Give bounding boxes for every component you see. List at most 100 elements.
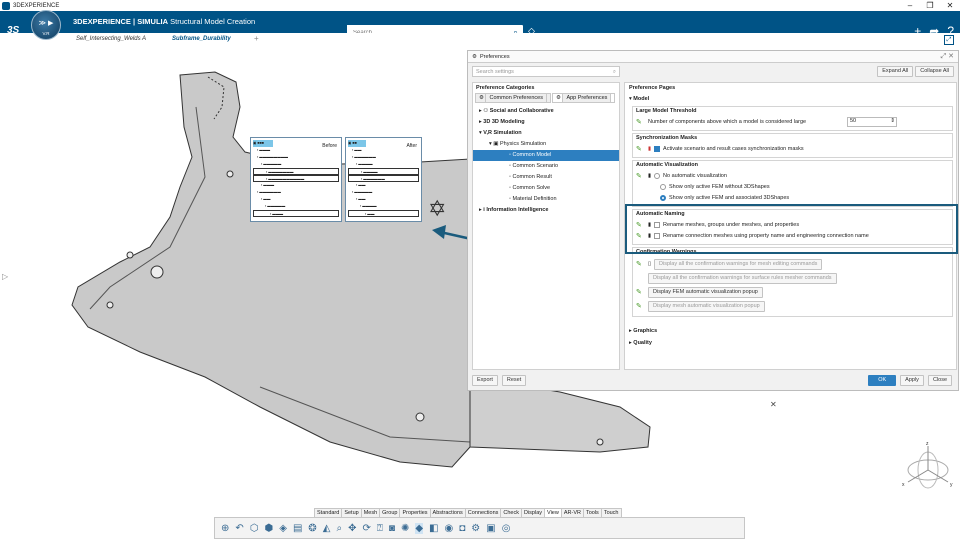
robot-icon[interactable]: ✡ bbox=[428, 196, 446, 222]
reset-button[interactable]: Reset bbox=[501, 375, 527, 386]
rotate-icon[interactable]: ⟳ bbox=[363, 523, 371, 534]
model-section-toggle[interactable]: ▾ Model bbox=[629, 93, 953, 105]
large-model-threshold-group: Large Model Threshold ✎ Number of compon… bbox=[632, 106, 953, 131]
before-tree: Before ▣ ■■■ ▪ ▬▬▬ ▪ ▬▬▬▬▬▬▬▬ ▪ ▬▬▬▬▬ ▪ … bbox=[250, 137, 342, 222]
radio-no-vis[interactable] bbox=[654, 172, 661, 179]
close-window-button[interactable]: ✕ bbox=[940, 0, 960, 11]
tree-item-material-definition[interactable]: ◦ Material Definition bbox=[473, 194, 619, 205]
preference-categories-panel: Preference Categories ⚙ Common Preferenc… bbox=[472, 82, 620, 370]
ribbon-tab-setup[interactable]: Setup bbox=[341, 508, 362, 517]
window-controls: – ❐ ✕ bbox=[900, 0, 960, 11]
export-button[interactable]: Export bbox=[472, 375, 498, 386]
section-icon[interactable]: ◧ bbox=[429, 523, 438, 534]
close-dialog-icon[interactable]: ⤢ ✕ bbox=[941, 52, 954, 61]
3d-compass-icon[interactable]: z x y bbox=[900, 440, 956, 490]
tree-item-information-intelligence[interactable]: ▸ i Information Intelligence bbox=[473, 205, 619, 216]
ribbon-tab-ar-vr[interactable]: AR-VR bbox=[560, 508, 584, 517]
tree-item-common-solve[interactable]: ◦ Common Solve bbox=[473, 183, 619, 194]
settings-search-input[interactable]: Search settings ⌕ bbox=[472, 66, 620, 77]
ribbon-tab-display[interactable]: Display bbox=[520, 508, 546, 517]
tab-common-preferences[interactable]: ⚙ Common Preferences bbox=[475, 93, 551, 103]
tree-item-social[interactable]: ▸ ⚇ Social and Collaborative bbox=[473, 106, 619, 117]
pencil-icon[interactable]: ✎ bbox=[636, 145, 645, 153]
pencil-icon[interactable]: ✎ bbox=[636, 232, 645, 240]
pencil-icon[interactable]: ✎ bbox=[636, 118, 645, 126]
undo-icon[interactable]: ↶ bbox=[235, 523, 243, 534]
cube-icon[interactable]: ◆ bbox=[415, 522, 424, 534]
rename-meshes-checkbox[interactable] bbox=[654, 221, 661, 228]
settings-icon[interactable]: ⚙ bbox=[471, 523, 480, 534]
quality-section-toggle[interactable]: ▸ Quality bbox=[629, 337, 953, 349]
surface-warnings-button[interactable]: Display all the confirmation warnings fo… bbox=[648, 272, 837, 284]
ribbon-tab-standard[interactable]: Standard bbox=[314, 508, 343, 517]
select-icon[interactable]: ⬡ bbox=[250, 523, 259, 534]
pencil-icon[interactable]: ✎ bbox=[636, 172, 645, 180]
measure-icon[interactable]: ◭ bbox=[323, 523, 331, 534]
ribbon-tab-check[interactable]: Check bbox=[500, 508, 522, 517]
mesh-warnings-button[interactable]: Display all the confirmation warnings fo… bbox=[654, 258, 823, 270]
tree-item-simulation[interactable]: ▾ V,R Simulation bbox=[473, 128, 619, 139]
tree-item-common-result[interactable]: ◦ Common Result bbox=[473, 172, 619, 183]
tab-self-intersecting[interactable]: Self_Intersecting_Welds A bbox=[76, 36, 146, 42]
ribbon-tab-group[interactable]: Group bbox=[379, 508, 401, 517]
radio-fem-only-label: Show only active FEM without 3DShapes bbox=[669, 183, 770, 190]
views-icon[interactable]: ▣ bbox=[486, 523, 495, 534]
radio-fem-only[interactable] bbox=[660, 183, 666, 190]
confirm-title: Confirmation Warnings bbox=[636, 249, 697, 255]
pencil-icon[interactable]: ✎ bbox=[636, 302, 645, 310]
ribbon-tab-view[interactable]: View bbox=[544, 508, 562, 517]
radio-fem-3dshapes[interactable] bbox=[660, 194, 666, 201]
search-icon[interactable]: ⌕ bbox=[337, 523, 343, 534]
sync-masks-checkbox[interactable] bbox=[654, 145, 661, 152]
render-icon[interactable]: ✺ bbox=[401, 523, 409, 534]
fem-icon[interactable]: ◉ bbox=[444, 523, 453, 534]
graphics-section-toggle[interactable]: ▸ Graphics bbox=[629, 325, 953, 337]
tab-app-preferences[interactable]: ⚙ App Preferences bbox=[551, 93, 616, 103]
pencil-icon[interactable]: ✎ bbox=[636, 288, 645, 296]
dismiss-icon[interactable]: ✕ bbox=[770, 400, 777, 409]
mesh-icon[interactable]: ❂ bbox=[308, 523, 316, 534]
part-icon[interactable]: ◈ bbox=[279, 523, 287, 534]
ribbon-tab-mesh[interactable]: Mesh bbox=[360, 508, 381, 517]
window-title: 3DEXPERIENCE bbox=[13, 2, 60, 9]
model-icon[interactable]: ⬢ bbox=[265, 523, 274, 534]
side-panel-expander-icon[interactable]: ▷ bbox=[2, 272, 8, 281]
ribbon-tab-tools[interactable]: Tools bbox=[582, 508, 602, 517]
pan-icon[interactable]: ✥ bbox=[348, 523, 356, 534]
tree-item-common-model[interactable]: ◦ Common Model bbox=[473, 150, 619, 161]
close-button[interactable]: Close bbox=[927, 375, 952, 386]
expand-all-button[interactable]: Expand All bbox=[877, 66, 914, 77]
ribbon-tab-touch[interactable]: Touch bbox=[600, 508, 622, 517]
camera-icon[interactable]: ◘ bbox=[459, 523, 465, 534]
pencil-icon[interactable]: ✎ bbox=[636, 260, 645, 268]
capture-icon[interactable]: ◙ bbox=[389, 523, 395, 534]
minimize-button[interactable]: – bbox=[900, 0, 920, 11]
eye-icon[interactable]: ◎ bbox=[502, 523, 511, 534]
app-logo-icon bbox=[2, 1, 10, 10]
pencil-icon[interactable]: ✎ bbox=[636, 221, 645, 229]
apply-button[interactable]: Apply bbox=[900, 375, 924, 386]
tree-item-common-scenario[interactable]: ◦ Common Scenario bbox=[473, 161, 619, 172]
search-icon[interactable]: ⌕ bbox=[613, 67, 616, 77]
ribbon-tab-abstractions[interactable]: Abstractions bbox=[429, 508, 466, 517]
ribbon-tab-connections[interactable]: Connections bbox=[464, 508, 502, 517]
zoom-icon[interactable]: ⊕ bbox=[221, 523, 229, 534]
rename-connection-meshes-label: Rename connection meshes using property … bbox=[663, 232, 869, 239]
rename-connection-meshes-checkbox[interactable] bbox=[654, 232, 661, 239]
ribbon-tab-properties[interactable]: Properties bbox=[399, 508, 431, 517]
threshold-stepper[interactable]: 50 ⇕ bbox=[847, 116, 897, 127]
confirmation-warnings-group: Confirmation Warnings ✎ ▯ Display all the … bbox=[632, 247, 953, 317]
tab-subframe-durability[interactable]: Subframe_Durability bbox=[172, 36, 231, 42]
query-icon[interactable]: ⍰ bbox=[377, 523, 383, 534]
maximize-button[interactable]: ❐ bbox=[920, 0, 940, 11]
table-icon[interactable]: ▤ bbox=[293, 523, 302, 534]
new-tab-button[interactable]: + bbox=[254, 34, 259, 43]
fem-popup-button[interactable]: Display FEM automatic visualization popu… bbox=[648, 286, 763, 298]
tree-item-physics-simulation[interactable]: ▾ ▣ Physics Simulation bbox=[473, 139, 619, 150]
fit-window-icon[interactable]: ⤢ bbox=[944, 35, 954, 45]
tree-item-3d-modeling[interactable]: ▸ 3D 3D Modeling bbox=[473, 117, 619, 128]
mesh-popup-button[interactable]: Display mesh automatic visualization pop… bbox=[648, 300, 765, 312]
compass-button[interactable]: ≫ ▶ V.R bbox=[31, 10, 61, 40]
collapse-all-button[interactable]: Collapse All bbox=[915, 66, 954, 77]
ok-button[interactable]: OK bbox=[868, 375, 897, 386]
